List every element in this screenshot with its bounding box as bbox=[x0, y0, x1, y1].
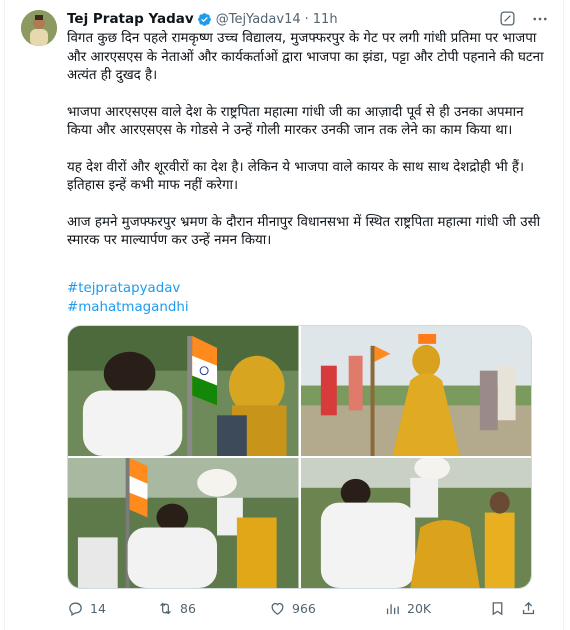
photo-4[interactable] bbox=[300, 458, 531, 588]
heart-icon bbox=[271, 602, 284, 615]
reply-button[interactable]: 14 bbox=[67, 600, 157, 617]
views-count: 20K bbox=[407, 601, 432, 616]
top-actions bbox=[499, 10, 549, 28]
views-icon bbox=[386, 604, 399, 615]
retweet-button[interactable]: 86 bbox=[157, 600, 269, 617]
like-count: 966 bbox=[292, 601, 316, 616]
hashtag-link[interactable]: #tejpratapyadav bbox=[67, 279, 189, 298]
separator-dot: · bbox=[304, 11, 309, 27]
tweet-paragraph: आज हमने मुजफ्फरपुर भ्रमण के दौरान मीनापु… bbox=[67, 214, 541, 249]
photo-1[interactable] bbox=[68, 326, 299, 456]
retweet-count: 86 bbox=[180, 601, 196, 616]
reply-count: 14 bbox=[90, 601, 106, 616]
tweet-paragraph: विगत कुछ दिन पहले रामकृष्ण उच्च विद्यालय… bbox=[67, 31, 544, 83]
media-grid bbox=[67, 325, 532, 589]
tweet-paragraph: भाजपा आरएसएस वाले देश के राष्ट्रपिता महा… bbox=[67, 104, 524, 139]
tweet-header: Tej Pratap Yadav @TejYadav14 · 11h bbox=[67, 10, 338, 28]
views-button[interactable]: 20K bbox=[384, 600, 479, 617]
hashtags: #tejpratapyadav #mahatmagandhi bbox=[67, 279, 189, 317]
bookmark-icon[interactable] bbox=[489, 600, 506, 617]
author-handle[interactable]: @TejYadav14 bbox=[216, 12, 301, 27]
tweet-time[interactable]: 11h bbox=[313, 12, 338, 27]
tweet-text: विगत कुछ दिन पहले रामकृष्ण उच्च विद्यालय… bbox=[67, 30, 547, 269]
photo-3[interactable] bbox=[68, 458, 299, 588]
tweet-actions: 14 86 966 20K bbox=[67, 600, 537, 617]
grok-icon[interactable] bbox=[499, 10, 517, 28]
photo-2[interactable] bbox=[300, 326, 531, 456]
more-options-icon[interactable] bbox=[531, 10, 549, 28]
retweet-icon bbox=[160, 602, 171, 615]
reply-icon bbox=[69, 602, 82, 617]
tweet-card: Tej Pratap Yadav @TejYadav14 · 11h विगत … bbox=[4, 0, 564, 630]
avatar[interactable] bbox=[21, 10, 57, 46]
bookmark-share-group bbox=[489, 600, 537, 617]
like-button[interactable]: 966 bbox=[269, 600, 384, 617]
tweet-paragraph: यह देश वीरों और शूरवीरों का देश है। लेकि… bbox=[67, 159, 525, 194]
author-name[interactable]: Tej Pratap Yadav bbox=[67, 11, 194, 27]
hashtag-link[interactable]: #mahatmagandhi bbox=[67, 298, 189, 317]
verified-badge-icon bbox=[197, 12, 212, 27]
share-icon[interactable] bbox=[520, 600, 537, 617]
